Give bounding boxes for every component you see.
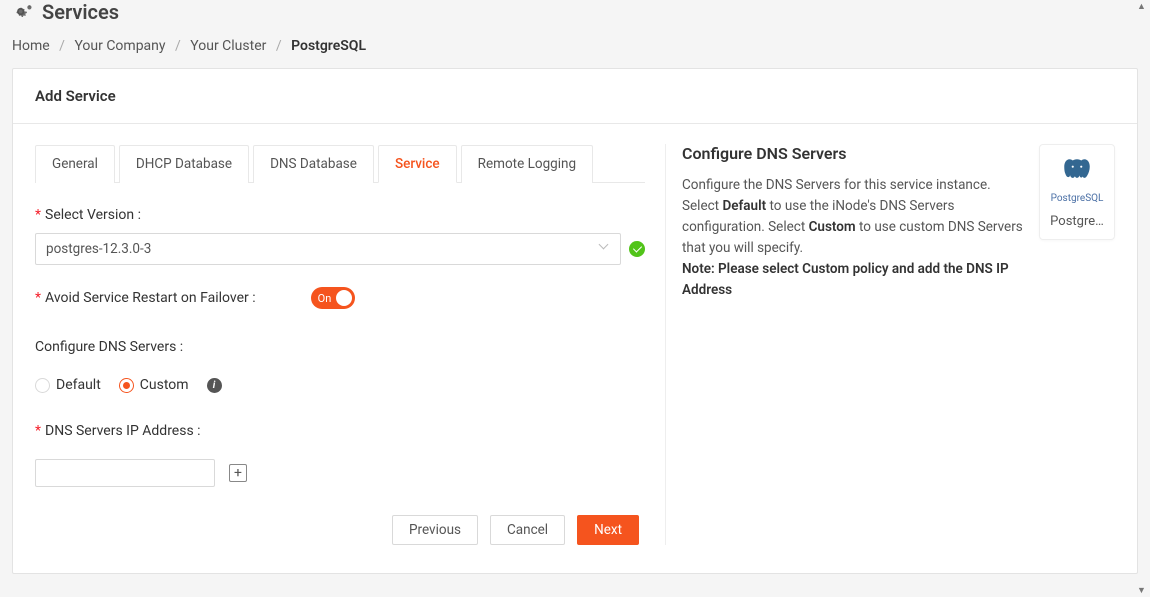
next-button[interactable]: Next (577, 515, 639, 545)
dns-section-label: Configure DNS Servers : (35, 339, 183, 355)
radio-custom-label: Custom (140, 377, 189, 393)
tab-service[interactable]: Service (378, 145, 457, 183)
tab-remote-logging[interactable]: Remote Logging (461, 145, 593, 183)
dns-ip-input[interactable] (35, 459, 215, 487)
previous-button[interactable]: Previous (392, 515, 478, 545)
info-icon[interactable]: i (207, 378, 222, 393)
add-ip-button[interactable]: + (229, 464, 247, 482)
breadcrumb-current: PostgreSQL (291, 38, 366, 54)
breadcrumb-sep: / (175, 38, 181, 54)
radio-default-label: Default (56, 377, 101, 393)
scroll-up-arrow[interactable]: ▲ (1135, 0, 1148, 13)
postgresql-icon (1060, 155, 1094, 189)
scroll-down-arrow[interactable]: ▼ (1135, 584, 1148, 597)
breadcrumb-sep: / (59, 38, 65, 54)
check-icon (629, 241, 645, 257)
chevron-down-icon (600, 244, 610, 254)
service-card-label: Postgre… (1046, 214, 1108, 229)
breadcrumb-cluster[interactable]: Your Cluster (190, 38, 266, 54)
version-value: postgres-12.3.0-3 (46, 241, 151, 257)
cancel-button[interactable]: Cancel (490, 515, 565, 545)
tabs: General DHCP Database DNS Database Servi… (35, 144, 645, 183)
page-title: Services (42, 0, 119, 24)
breadcrumb-home[interactable]: Home (12, 38, 50, 54)
breadcrumb-company[interactable]: Your Company (74, 38, 165, 54)
info-panel-title: Configure DNS Servers (682, 144, 1025, 163)
toggle-knob (336, 290, 352, 306)
info-panel-body: Configure the DNS Servers for this servi… (682, 175, 1025, 301)
version-select[interactable]: postgres-12.3.0-3 (35, 233, 621, 265)
tab-general[interactable]: General (35, 145, 115, 183)
breadcrumb-sep: / (276, 38, 282, 54)
toggle-state: On (318, 292, 332, 305)
radio-custom[interactable]: Custom (119, 377, 189, 393)
radio-default[interactable]: Default (35, 377, 101, 393)
add-service-card: Add Service General DHCP Database DNS Da… (12, 68, 1138, 574)
gears-icon (12, 3, 34, 21)
dns-ip-label: *DNS Servers IP Address : (35, 423, 201, 439)
info-panel-note: Note: Please select Custom policy and ad… (682, 261, 1009, 298)
card-title: Add Service (35, 87, 1115, 105)
tab-dhcp-database[interactable]: DHCP Database (119, 145, 249, 183)
avoid-restart-label: *Avoid Service Restart on Failover : (35, 290, 256, 306)
breadcrumb: Home / Your Company / Your Cluster / Pos… (12, 32, 1138, 68)
service-card-postgresql[interactable]: PostgreSQL Postgre… (1039, 144, 1115, 240)
version-label: *Select Version : (35, 207, 141, 223)
avoid-restart-toggle[interactable]: On (311, 287, 355, 309)
tab-dns-database[interactable]: DNS Database (253, 145, 374, 183)
service-card-brand: PostgreSQL (1046, 193, 1108, 204)
